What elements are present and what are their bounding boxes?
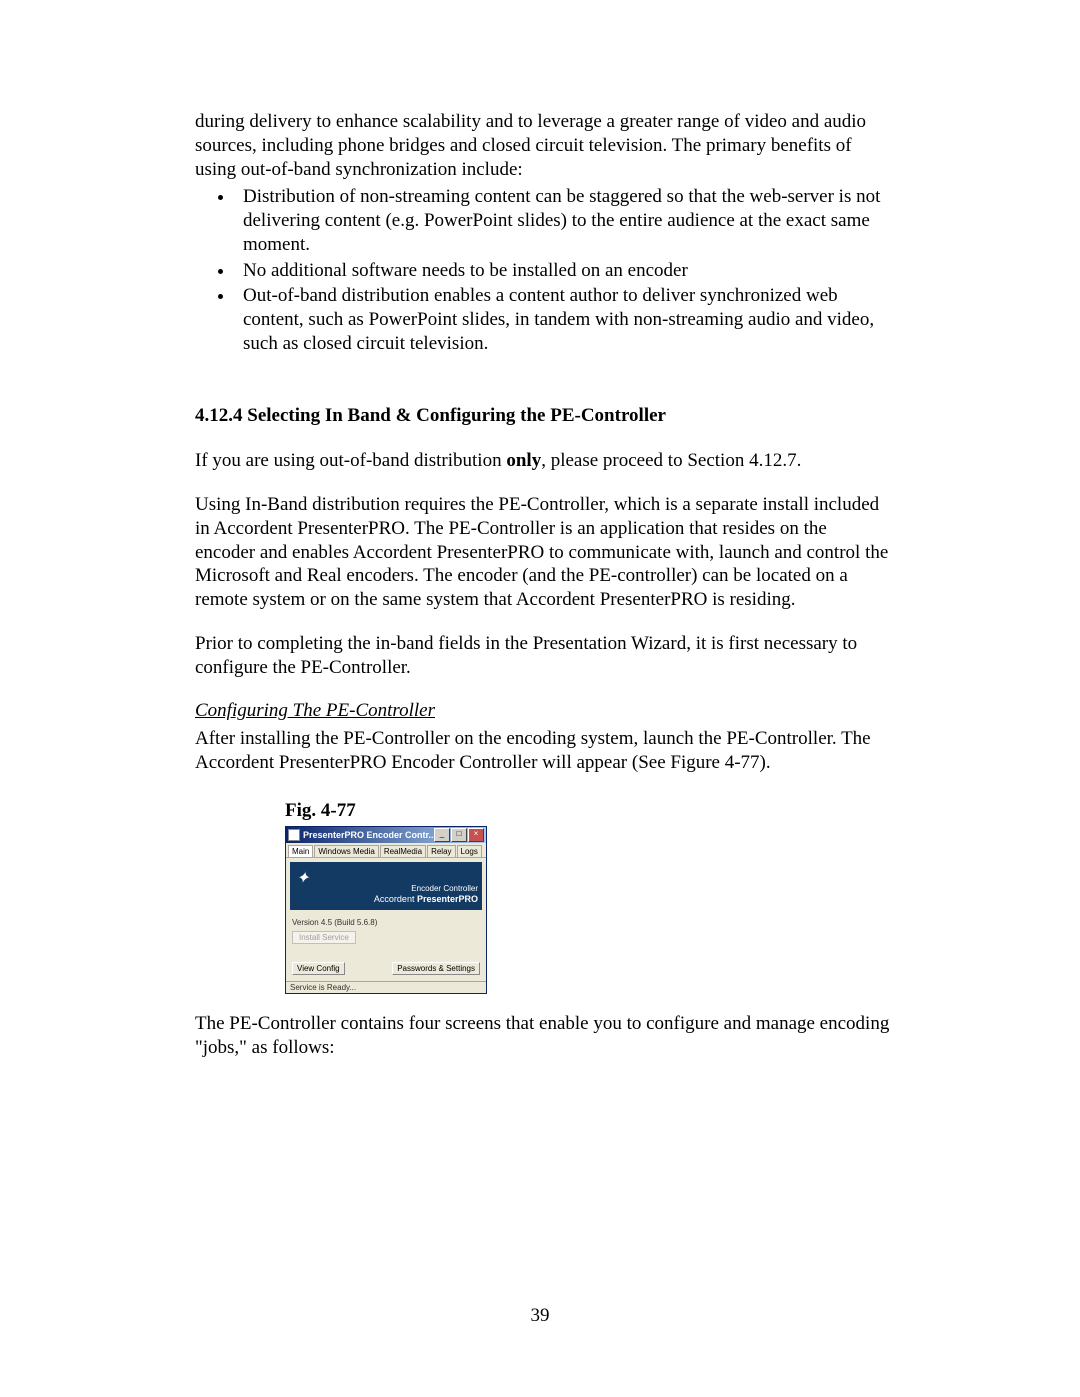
paragraph: Prior to completing the in-band fields i… — [195, 632, 890, 680]
paragraph: After installing the PE-Controller on th… — [195, 727, 890, 775]
view-config-button[interactable]: View Config — [292, 962, 345, 975]
passwords-settings-button[interactable]: Passwords & Settings — [392, 962, 480, 975]
tab-windows-media[interactable]: Windows Media — [314, 845, 378, 857]
list-item: Out-of-band distribution enables a conte… — [235, 284, 890, 355]
logo-icon: ✦ — [296, 868, 309, 888]
text: PresenterPRO — [417, 894, 478, 904]
paragraph: Using In-Band distribution requires the … — [195, 493, 890, 612]
tab-strip: Main Windows Media RealMedia Relay Logs — [286, 843, 486, 858]
banner: ✦ Encoder Controller Accordent Presenter… — [290, 862, 482, 910]
titlebar: PresenterPRO Encoder Contr... _ □ × — [286, 827, 486, 843]
tab-realmedia[interactable]: RealMedia — [380, 845, 426, 857]
minimize-button[interactable]: _ — [434, 828, 450, 842]
list-item: No additional software needs to be insta… — [235, 259, 890, 283]
bold-text: only — [506, 450, 541, 471]
status-bar: Service is Ready... — [286, 981, 486, 993]
paragraph: The PE-Controller contains four screens … — [195, 1012, 890, 1060]
text: Accordent — [374, 894, 415, 904]
tab-logs[interactable]: Logs — [457, 845, 482, 857]
encoder-controller-dialog: PresenterPRO Encoder Contr... _ □ × Main… — [285, 826, 487, 994]
tab-main[interactable]: Main — [288, 845, 313, 857]
banner-subtitle: Encoder Controller — [411, 884, 478, 893]
text: , please proceed to Section 4.12.7. — [541, 450, 801, 471]
list-item: Distribution of non-streaming content ca… — [235, 185, 890, 256]
sub-heading: Configuring The PE-Controller — [195, 699, 890, 723]
banner-brand: Accordent PresenterPRO — [374, 894, 478, 904]
paragraph: If you are using out-of-band distributio… — [195, 449, 890, 473]
install-service-button: Install Service — [292, 931, 356, 944]
page-number: 39 — [0, 1305, 1080, 1327]
tab-relay[interactable]: Relay — [427, 845, 455, 857]
close-button[interactable]: × — [468, 828, 484, 842]
bullet-list: Distribution of non-streaming content ca… — [235, 185, 890, 355]
section-heading: 4.12.4 Selecting In Band & Configuring t… — [195, 404, 890, 428]
intro-paragraph: during delivery to enhance scalability a… — [195, 110, 890, 181]
version-label: Version 4.5 (Build 5.6.8) — [292, 918, 480, 927]
app-icon — [288, 829, 300, 841]
figure-label: Fig. 4-77 — [285, 799, 890, 823]
maximize-button[interactable]: □ — [451, 828, 467, 842]
window-title: PresenterPRO Encoder Contr... — [303, 830, 434, 840]
text: If you are using out-of-band distributio… — [195, 450, 506, 471]
